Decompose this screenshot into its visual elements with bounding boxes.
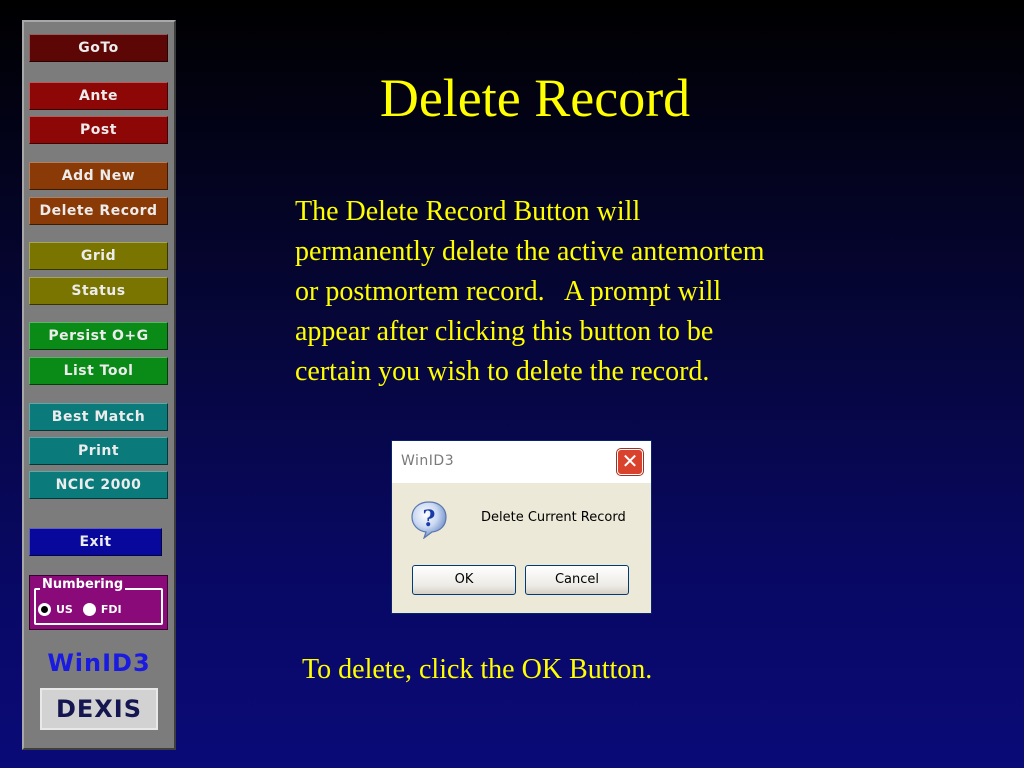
grid-button[interactable]: Grid xyxy=(29,242,168,270)
list-tool-button[interactable]: List Tool xyxy=(29,357,168,385)
delete-record-button[interactable]: Delete Record xyxy=(29,197,168,225)
question-icon: ? xyxy=(411,501,447,539)
dialog-titlebar[interactable]: WinID3 ✕ xyxy=(392,441,651,483)
description-text: The Delete Record Button will permanentl… xyxy=(295,196,765,387)
exit-button[interactable]: Exit xyxy=(29,528,162,556)
best-match-button[interactable]: Best Match xyxy=(29,403,168,431)
numbering-group: Numbering US FDI xyxy=(29,575,168,630)
close-icon[interactable]: ✕ xyxy=(617,449,643,475)
numbering-options: US FDI xyxy=(38,603,132,616)
dialog-title: WinID3 xyxy=(401,453,455,469)
ante-button[interactable]: Ante xyxy=(29,82,168,110)
us-radio[interactable] xyxy=(38,603,51,616)
ok-button[interactable]: OK xyxy=(412,565,516,595)
winid3-brand: WinID3 xyxy=(47,649,151,677)
us-radio-label[interactable]: US xyxy=(56,603,73,616)
persist-og-button[interactable]: Persist O+G xyxy=(29,322,168,350)
numbering-legend: Numbering xyxy=(40,577,126,593)
cancel-button[interactable]: Cancel xyxy=(525,565,629,595)
ncic-2000-button[interactable]: NCIC 2000 xyxy=(29,471,168,499)
sidebar: GoTo Ante Post Add New Delete Record Gri… xyxy=(22,20,176,750)
fdi-radio[interactable] xyxy=(82,603,96,616)
post-button[interactable]: Post xyxy=(29,116,168,144)
dialog-message: Delete Current Record xyxy=(481,510,626,525)
instruction-text: To delete, click the OK Button. xyxy=(302,654,653,685)
status-button[interactable]: Status xyxy=(29,277,168,305)
goto-button[interactable]: GoTo xyxy=(29,34,168,62)
add-new-button[interactable]: Add New xyxy=(29,162,168,190)
confirm-dialog: WinID3 ✕ ? Delete Current Record OK Canc… xyxy=(391,440,652,614)
print-button[interactable]: Print xyxy=(29,437,168,465)
page-title: Delete Record xyxy=(379,68,691,128)
dexis-logo: DEXIS xyxy=(40,688,158,730)
svg-text:?: ? xyxy=(423,506,436,532)
fdi-radio-label[interactable]: FDI xyxy=(101,603,122,616)
